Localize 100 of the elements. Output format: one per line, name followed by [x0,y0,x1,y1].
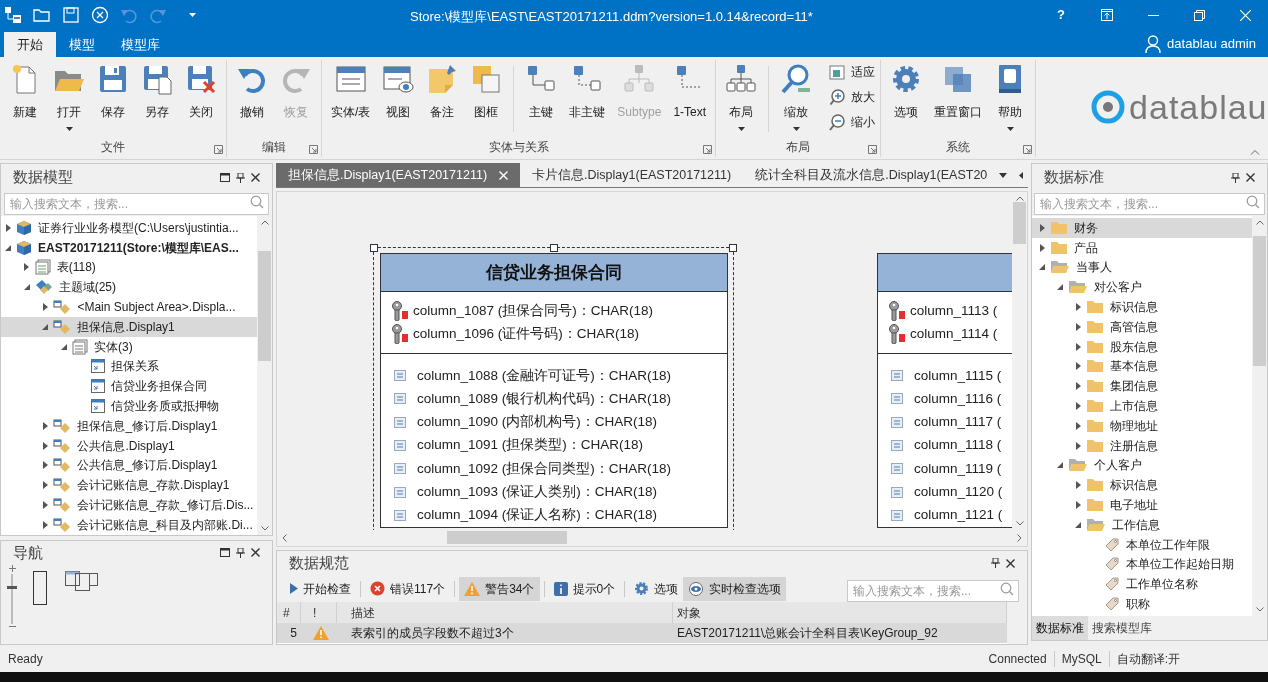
tree-item[interactable]: 对公客户 [1032,277,1252,298]
ribbon-button[interactable]: 1-Text [667,60,713,138]
document-tab[interactable]: 担保信息.Display1(EAST20171211) [276,163,521,187]
ribbon-button[interactable]: 布局 [719,60,764,138]
quick-access-button[interactable] [4,6,22,24]
entity-box[interactable]: column_1113 ( column_1114 ( column_1115 ( column_1116 ( column_1117 ( column_1118 ( column_1119 ( column_1120 ( column_1121 ( [877,253,1012,529]
ribbon-tab[interactable]: 模型 [56,32,108,57]
tree-item[interactable]: 产品 [1032,237,1252,258]
ribbon-tab[interactable]: 模型库 [108,32,173,57]
tree-item[interactable]: 会计记账信息_存款_修订后.Dis... [1,495,257,515]
tree-item[interactable]: 本单位工作起始日期 [1032,554,1252,575]
table-row[interactable]: 5 表索引的成员字段数不超过3个 EAST20171211\总账会计全科目表\KeyGroup_92 [277,623,1007,643]
close-button[interactable] [251,173,260,182]
tree-item[interactable]: 注册信息 [1032,435,1252,456]
ribbon-button[interactable]: 适应 [826,61,878,83]
tree-item[interactable]: <Main Subject Area>.Displa... [1,297,257,317]
ribbon-button[interactable]: 非主键 [563,60,612,138]
tree-item[interactable]: 物理地址 [1032,415,1252,436]
tree-item[interactable]: 担保信息.Display1 [1,317,257,337]
pin-button[interactable] [236,547,245,558]
scrollbar[interactable] [257,216,272,535]
tree-item[interactable]: 个人客户 [1032,455,1252,476]
tree-item[interactable]: 集团信息 [1032,376,1252,397]
search-field[interactable]: 输入搜索文本，搜索... [847,579,1019,602]
ribbon-button[interactable]: 新建 [3,60,47,138]
quick-access-button[interactable] [91,6,109,24]
tree-item[interactable]: 本单位工作年限 [1032,534,1252,555]
tree-item[interactable]: 公共信息.Display1 [1,435,257,456]
quick-access-button[interactable] [33,6,51,24]
scroll-left-button[interactable] [1019,171,1024,179]
tree-item[interactable]: 财务 [1032,218,1252,238]
ribbon-button[interactable]: 缩放 [774,60,819,138]
ribbon-button[interactable]: 图框 [464,60,509,138]
tree-item[interactable]: 会计记账信息_存款.Display1 [1,475,257,496]
tree-item[interactable]: 工作信息 [1032,514,1252,535]
pin-button[interactable] [1231,172,1240,183]
tree-item[interactable]: EAST20171211(Store:\模型库\EAS... [1,237,257,258]
pin-button[interactable] [991,558,1000,568]
search-field[interactable]: 输入搜索文本，搜索... [4,193,269,215]
tree-item[interactable]: 标识信息 [1032,475,1252,496]
quick-access-button[interactable] [62,6,80,24]
ribbon-button[interactable]: 主键 [519,60,564,138]
close-button[interactable] [1246,173,1255,182]
toolbar-button[interactable]: 开始检查 [285,576,356,601]
toolbar-button[interactable]: 错误117个 [365,576,451,601]
ribbon-button[interactable]: 视图 [376,60,421,138]
tree-item[interactable]: 主题域(25) [1,277,257,298]
tree-item[interactable]: 担保信息_修订后.Display1 [1,415,257,436]
panel-tab[interactable]: 搜索模型库 [1088,616,1156,640]
tree-item[interactable]: 证券行业业务模型(C:\Users\justintia... [1,218,257,238]
ribbon-button[interactable]: 关闭 [179,60,223,138]
ribbon-button[interactable]: 帮助 [988,60,1033,138]
ribbon-button[interactable]: 备注 [420,60,465,138]
ribbon-button[interactable]: 放大 [826,86,878,108]
document-tab[interactable]: 统计全科目及流水信息.Display1(EAST20 [743,163,1000,187]
close-button[interactable] [251,548,260,558]
panel-tab[interactable]: 数据标准 [1032,616,1088,640]
tree-item[interactable]: 股东信息 [1032,336,1252,357]
scrollbar[interactable] [1252,216,1267,616]
search-field[interactable]: 输入搜索文本，搜索... [1034,193,1265,215]
tree-item[interactable]: 担保关系 [1,356,257,377]
ribbon-button[interactable]: 保存 [91,60,135,138]
toolbar-button[interactable]: 提示0个 [548,576,621,601]
tree-item[interactable]: 高管信息 [1032,317,1252,337]
tree-item[interactable]: 实体(3) [1,336,257,357]
tree-item[interactable]: 信贷业务质或抵押物 [1,396,257,416]
toolbar-button[interactable]: 选项 [629,576,684,601]
tab-list-button[interactable] [999,172,1008,178]
tree-item[interactable]: 上市信息 [1032,396,1252,416]
tree-item[interactable]: 基本信息 [1032,356,1252,377]
document-tab[interactable]: 卡片信息.Display1(EAST20171211) [520,163,744,187]
help-button[interactable]: ? [1038,0,1084,30]
tree-item[interactable]: 公共信息_修订后.Display1 [1,455,257,476]
close-button[interactable] [1006,558,1015,568]
ribbon-display-icon [1101,9,1113,21]
tree-item[interactable]: 会计记账信息_科目及内部账.Di... [1,514,257,535]
tree-item[interactable]: 信贷业务担保合同 [1,376,257,397]
ribbon-button[interactable]: 撤销 [230,60,274,138]
scrollbar-thumb[interactable] [1013,202,1026,244]
tree-item[interactable]: 职称 [1032,594,1252,614]
ribbon-tab[interactable]: 开始 [4,32,56,57]
ribbon-button[interactable]: 打开 [47,60,91,138]
ribbon-button[interactable]: 选项 [884,60,929,138]
ribbon-button[interactable]: 另存 [135,60,179,138]
tree-item[interactable]: 电子地址 [1032,495,1252,515]
tree-item[interactable]: 工作单位名称 [1032,574,1252,595]
ribbon-button[interactable]: 缩小 [826,111,878,133]
toolbar-button[interactable]: 警告34个 [459,576,540,601]
tree-item[interactable]: 标识信息 [1032,297,1252,317]
ribbon-button[interactable]: 重置窗口 [928,60,989,138]
tree-item[interactable]: 表(118) [1,257,257,278]
ribbon-button[interactable]: 实体/表 [325,60,377,138]
maximize-button[interactable] [220,548,230,558]
tree-item[interactable]: 当事人 [1032,257,1252,278]
slider-thumb[interactable] [7,586,17,590]
maximize-button[interactable] [220,173,230,182]
scrollbar-thumb[interactable] [1253,236,1266,366]
pin-button[interactable] [236,172,245,183]
scrollbar-thumb[interactable] [258,251,271,361]
toolbar-button[interactable]: 实时检查选项 [683,576,787,601]
